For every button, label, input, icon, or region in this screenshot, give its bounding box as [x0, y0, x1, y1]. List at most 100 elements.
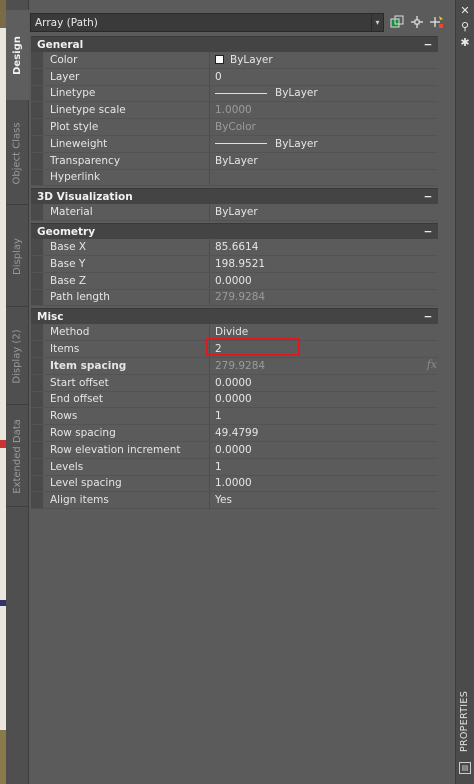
collapse-icon[interactable]: − — [423, 189, 433, 204]
property-name: Base Z — [43, 272, 210, 289]
tab-display-label: Display — [11, 237, 23, 275]
property-row-end-offset[interactable]: End offset 0.0000 — [31, 391, 438, 409]
tab-design[interactable]: Design — [6, 10, 29, 100]
property-value-text: ByLayer — [230, 53, 273, 66]
property-name: Base X — [43, 239, 210, 255]
property-value[interactable]: ByColor — [210, 119, 438, 135]
property-value[interactable]: 198.9521 — [210, 256, 438, 272]
property-name: Items — [43, 341, 210, 357]
category-title: Misc — [37, 310, 64, 323]
property-row-material[interactable]: Material ByLayer — [31, 204, 438, 222]
property-row-start-offset[interactable]: Start offset 0.0000 — [31, 374, 438, 392]
property-row-linetype-scale[interactable]: Linetype scale 1.0000 — [31, 102, 438, 120]
property-name: Base Y — [43, 255, 210, 272]
property-name: Start offset — [43, 374, 210, 391]
property-value[interactable]: 0.0000 — [210, 442, 438, 458]
palette-settings-icon[interactable]: ✱ — [456, 35, 474, 49]
property-row-layer[interactable]: Layer 0 — [31, 68, 438, 86]
property-row-rows[interactable]: Rows 1 — [31, 408, 438, 426]
property-value[interactable]: Yes — [210, 492, 438, 508]
category-misc[interactable]: Misc − — [31, 308, 438, 325]
chevron-down-icon[interactable]: ▾ — [371, 14, 383, 31]
tab-design-label: Design — [11, 35, 23, 75]
property-value[interactable]: 85.6614 — [210, 239, 438, 255]
property-value[interactable]: ByLayer — [210, 86, 438, 102]
collapse-icon[interactable]: − — [423, 37, 433, 52]
property-row-linetype[interactable]: Linetype ByLayer — [31, 85, 438, 103]
property-value[interactable]: 0 — [210, 69, 438, 85]
property-grid-scrollbar[interactable] — [442, 36, 454, 778]
property-row-row-spacing[interactable]: Row spacing 49.4799 — [31, 425, 438, 442]
collapse-icon[interactable]: − — [423, 224, 433, 239]
property-value[interactable]: 1 — [210, 408, 438, 424]
property-value[interactable]: 0.0000 — [210, 392, 438, 408]
tab-display[interactable]: Display — [6, 206, 28, 307]
quick-select-icon[interactable] — [428, 13, 446, 31]
palette-menu-icon[interactable]: ▤ — [459, 762, 471, 774]
close-icon[interactable]: ✕ — [456, 3, 474, 17]
property-value[interactable]: 279.9284 fx — [210, 358, 438, 374]
property-name: End offset — [43, 391, 210, 408]
property-name: Path length — [43, 289, 210, 306]
property-name: Row spacing — [43, 425, 210, 441]
left-tab-bar: Design Object Class Display Display (2) … — [6, 0, 29, 784]
property-row-row-elevation-increment[interactable]: Row elevation increment 0.0000 — [31, 441, 438, 459]
property-row-lineweight[interactable]: Lineweight ByLayer — [31, 135, 438, 153]
category-title: Geometry — [37, 225, 96, 238]
object-type-dropdown[interactable]: Array (Path) ▾ — [30, 13, 384, 32]
category-geometry[interactable]: Geometry − — [31, 223, 438, 240]
tab-object-class[interactable]: Object Class — [6, 102, 28, 205]
property-row-base-x[interactable]: Base X 85.6614 — [31, 239, 438, 256]
property-value[interactable]: ByLayer — [210, 52, 438, 68]
palette-title: PROPERTIES — [459, 690, 471, 752]
property-row-item-spacing[interactable]: Item spacing 279.9284 fx — [31, 357, 438, 375]
category-3d-visualization[interactable]: 3D Visualization − — [31, 188, 438, 205]
property-name: Level spacing — [43, 475, 210, 492]
tab-extended-data[interactable]: Extended Data — [6, 406, 28, 507]
property-row-level-spacing[interactable]: Level spacing 1.0000 — [31, 475, 438, 493]
property-value[interactable]: Divide — [210, 324, 438, 340]
property-value[interactable]: 49.4799 — [210, 425, 438, 441]
property-value[interactable]: ByLayer — [210, 204, 438, 220]
lineweight-preview-icon — [215, 143, 267, 145]
property-value[interactable] — [210, 170, 438, 186]
property-value[interactable]: 1 — [210, 459, 438, 475]
property-row-path-length[interactable]: Path length 279.9284 — [31, 289, 438, 307]
property-row-levels[interactable]: Levels 1 — [31, 458, 438, 476]
property-value[interactable]: ByLayer — [210, 153, 438, 169]
property-name: Material — [43, 204, 210, 221]
property-name: Item spacing — [43, 357, 210, 374]
toggle-pickadd-icon[interactable] — [388, 13, 406, 31]
property-value[interactable]: 0.0000 — [210, 375, 438, 391]
property-row-method[interactable]: Method Divide — [31, 324, 438, 342]
property-value[interactable]: 279.9284 — [210, 290, 438, 306]
property-name: Align items — [43, 492, 210, 509]
property-row-base-z[interactable]: Base Z 0.0000 — [31, 272, 438, 290]
property-value[interactable]: 2 — [206, 338, 438, 357]
select-objects-icon[interactable] — [408, 13, 426, 31]
formula-fx-icon[interactable]: fx — [427, 358, 437, 371]
property-row-align-items[interactable]: Align items Yes — [31, 492, 438, 510]
property-value-text: 2 — [215, 343, 222, 356]
property-grid: General − Color ByLayer Layer 0 Linetype… — [31, 36, 438, 510]
property-row-base-y[interactable]: Base Y 198.9521 — [31, 255, 438, 273]
property-name: Plot style — [43, 119, 210, 135]
property-name: Method — [43, 324, 210, 341]
property-row-transparency[interactable]: Transparency ByLayer — [31, 152, 438, 170]
property-row-plot-style[interactable]: Plot style ByColor — [31, 119, 438, 136]
property-value[interactable]: 1.0000 — [210, 476, 438, 492]
property-value[interactable]: 0.0000 — [210, 273, 438, 289]
property-value-text: 279.9284 — [215, 359, 266, 372]
property-value[interactable]: ByLayer — [210, 136, 438, 152]
property-row-hyperlink[interactable]: Hyperlink — [31, 169, 438, 187]
property-row-color[interactable]: Color ByLayer — [31, 52, 438, 69]
tab-display-2[interactable]: Display (2) — [6, 308, 28, 405]
property-row-items[interactable]: Items 2 — [31, 338, 438, 358]
category-general[interactable]: General − — [31, 36, 438, 52]
selector-toolbar: Array (Path) ▾ — [30, 10, 454, 36]
property-value[interactable]: 1.0000 — [210, 102, 438, 118]
collapse-icon[interactable]: − — [423, 309, 433, 324]
auto-hide-icon[interactable]: ⚲ — [456, 19, 474, 33]
property-name: Linetype scale — [43, 102, 210, 119]
property-name: Linetype — [43, 85, 210, 102]
